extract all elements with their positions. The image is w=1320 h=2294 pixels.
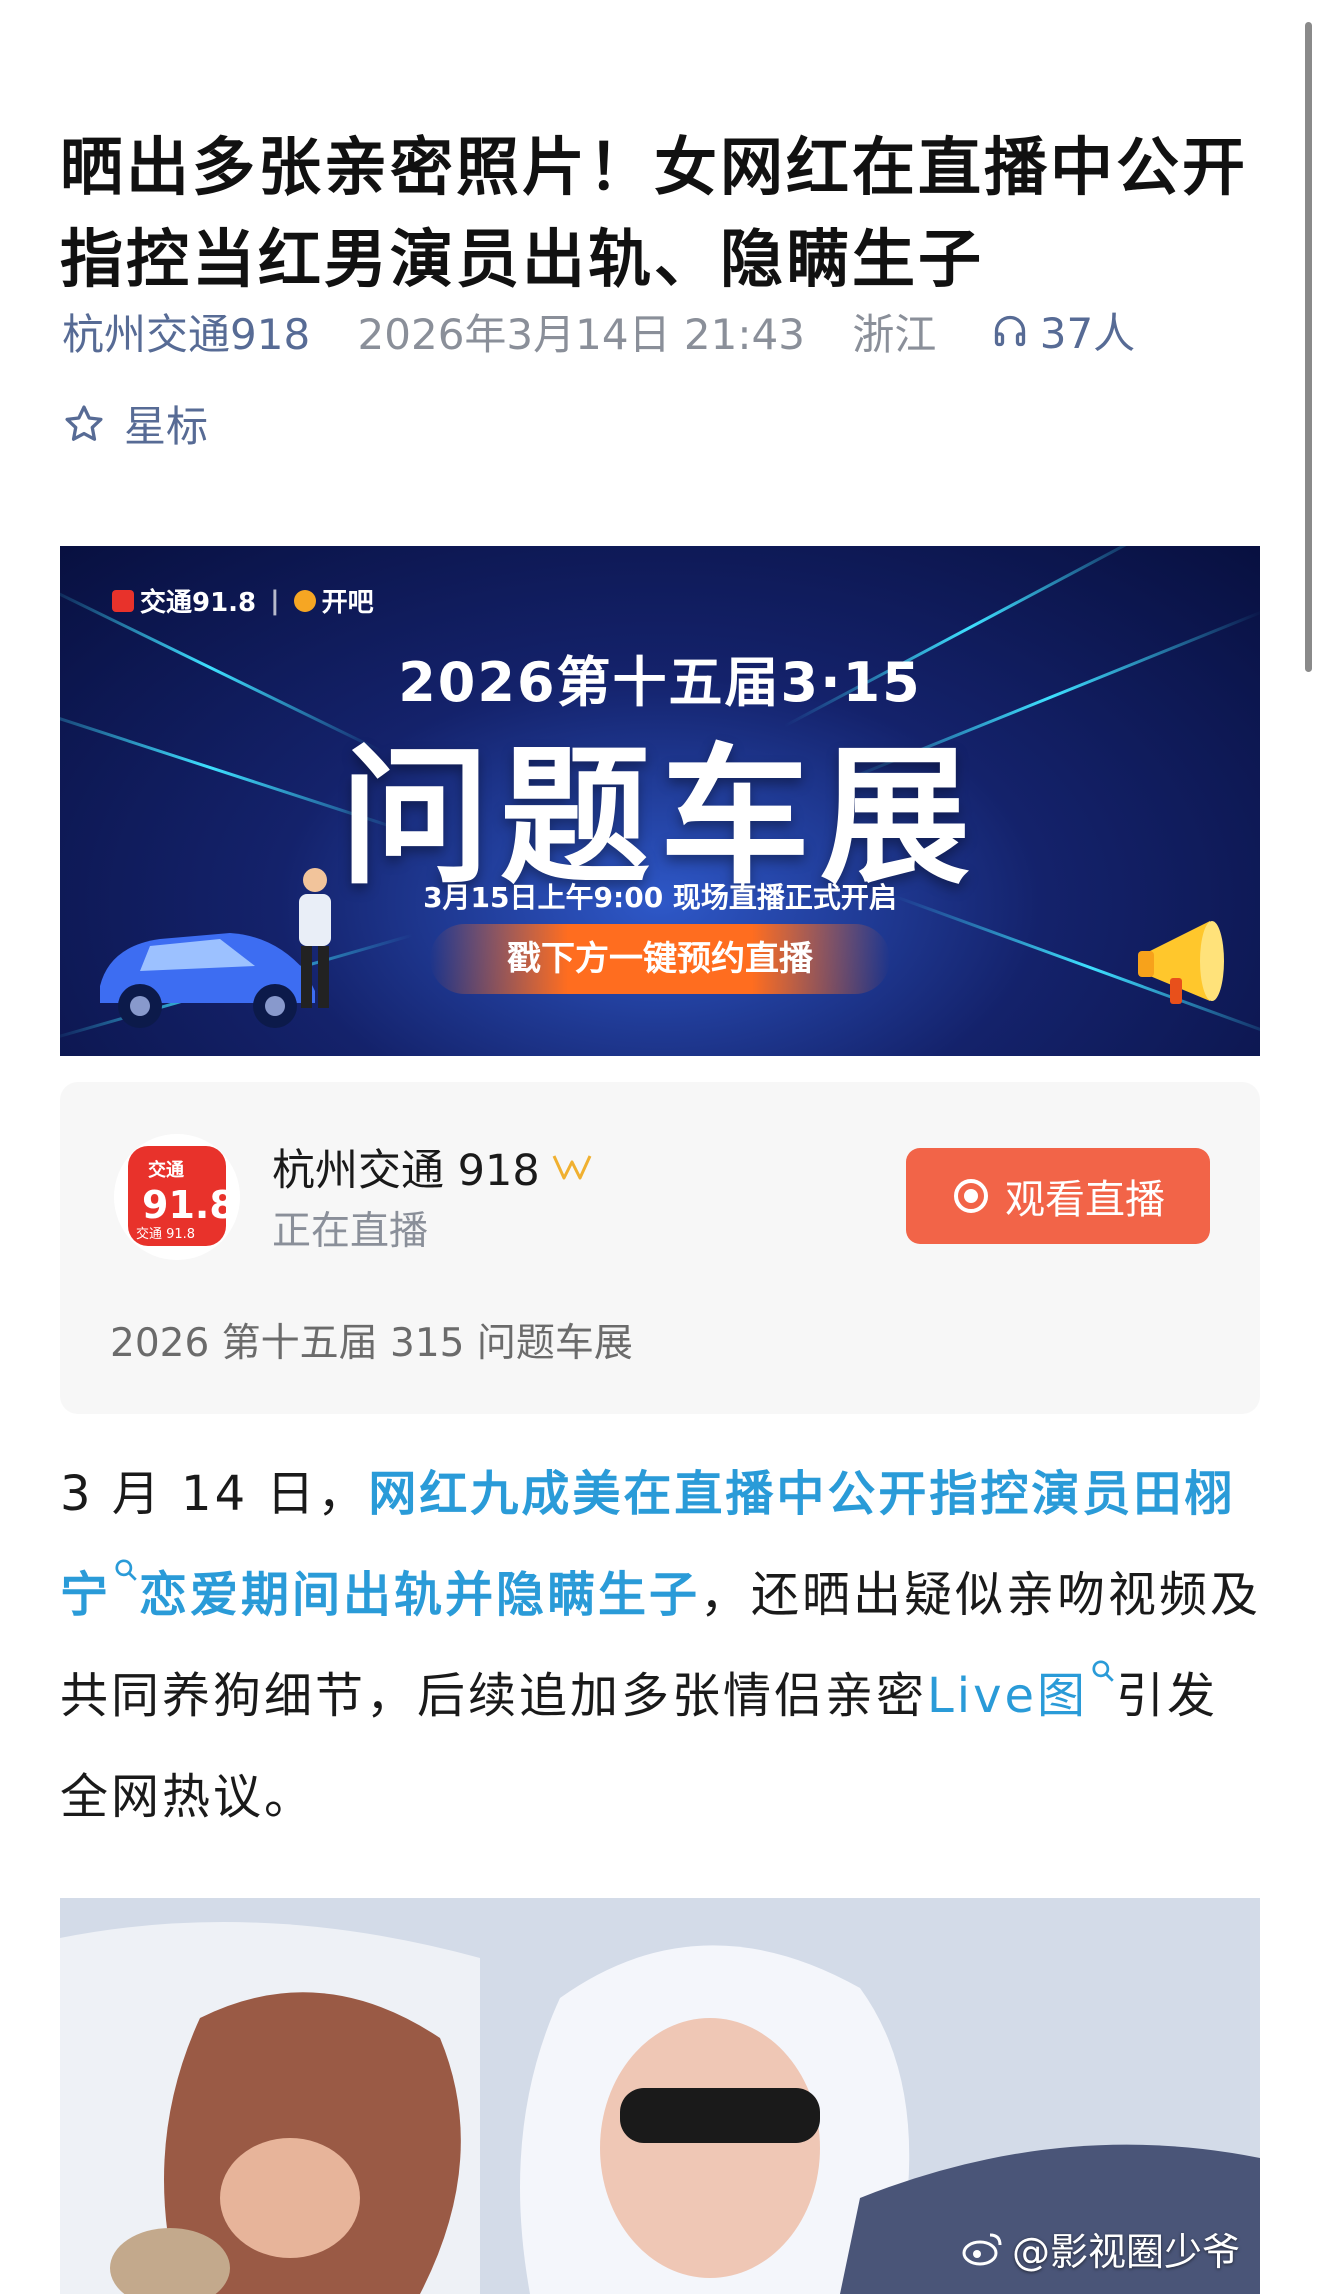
kaiba-logo-icon [293,589,316,612]
listener-count: 37人 [1039,309,1136,358]
live-description: 2026 第十五届 315 问题车展 [110,1321,633,1366]
watermark-text: @影视圈少爷 [1011,2230,1240,2274]
channel-avatar: 交通 91.8 交通 91.8 [114,1134,240,1260]
megaphone-icon [1138,921,1224,1004]
star-button[interactable]: 星标 [62,393,208,454]
banner-cta[interactable]: 戳下方一键预约直播 [430,924,890,994]
channel-name-text: 杭州交通 918 [272,1146,540,1196]
star-label: 星标 [124,402,209,451]
live-photo-link[interactable]: Live图 [927,1668,1088,1724]
listen-button[interactable]: 37人 [992,300,1135,361]
region-label: 浙江 [852,309,937,359]
watch-live-button[interactable]: 观看直播 [906,1148,1210,1244]
article-title: 晒出多张亲密照片！女网红在直播中公开指控当红男演员出轨、隐瞒生子 [60,131,1248,297]
account-link[interactable]: 杭州交通918 [62,310,310,359]
headphones-icon [994,315,1025,346]
person-illustration-icon [299,868,331,1008]
channel-name[interactable]: 杭州交通 918 [272,1136,594,1198]
channel-logo-icon: 交通 91.8 交通 91.8 [114,1134,240,1260]
highlight-link-2[interactable]: 恋爱期间出轨并隐瞒生子 [139,1567,700,1623]
watch-live-label: 观看直播 [1005,1177,1165,1223]
avatar-text-bottom: 交通 91.8 [136,1226,195,1242]
banner-logo-2: 开吧 [321,588,374,618]
avatar-text-big: 91.8 [142,1183,236,1227]
traffic-logo-icon [112,589,134,612]
live-card[interactable]: 交通 91.8 交通 91.8 杭州交通 918 正在直播 观看直播 2026 … [60,1082,1260,1414]
article-paragraph: 3 月 14 日，网红九成美在直播中公开指控演员田栩宁 恋爱期间出轨并隐瞒生子，还… [60,1444,1266,1848]
article-meta: 杭州交通918 2026年3月14日 21:43 浙江 37人 [62,300,1135,362]
star-icon [65,404,103,441]
weibo-icon [962,2233,1002,2265]
scrollbar[interactable] [1305,22,1312,672]
live-status: 正在直播 [272,1209,429,1254]
live-dot-icon [954,1179,988,1213]
banner-logos: 交通91.8 | 开吧 [112,582,374,619]
event-banner[interactable]: 交通91.8 | 开吧 2026第十五届3·15 问题车展 3月15日上午9:0… [60,546,1260,1056]
para-text-1: 3 月 14 日， [60,1466,369,1522]
article-photo[interactable]: @影视圈少爷 [60,1898,1260,2294]
banner-logo-1: 交通91.8 [140,588,257,618]
verified-badge-icon [552,1155,592,1180]
publish-date: 2026年3月14日 21:43 [357,309,805,359]
watermark: @影视圈少爷 [962,2221,1240,2276]
search-icon[interactable] [113,1557,139,1583]
avatar-text-top: 交通 [148,1159,184,1181]
search-icon[interactable] [1090,1658,1116,1684]
